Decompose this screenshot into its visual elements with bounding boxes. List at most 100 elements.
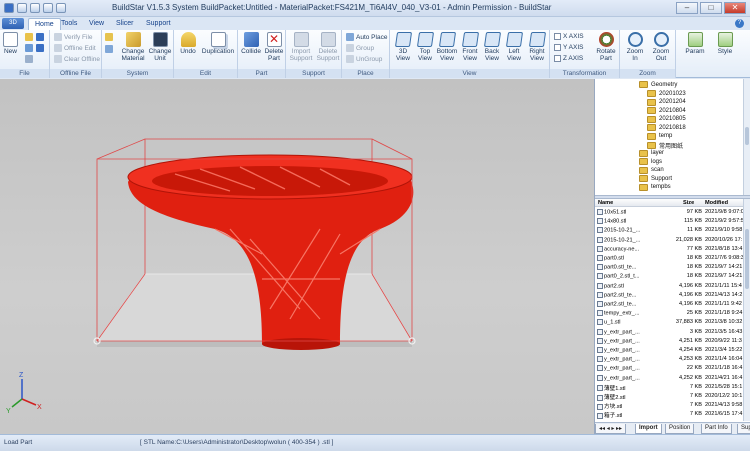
file-row[interactable]: part2.stl_te... 4,196 KB 2021/1/11 9:42 — [595, 300, 743, 308]
file-row[interactable]: 薄壁1.stl 7 KB 2021/5/28 15:1 — [595, 383, 743, 392]
delete-support-button[interactable]: Delete Support — [315, 32, 341, 62]
tab-import[interactable]: Import — [635, 424, 662, 434]
file-row[interactable]: part0.stl_te... 18 KB 2021/9/7 14:21 — [595, 263, 743, 271]
change-unit-button[interactable]: Change Unit — [148, 32, 172, 62]
new-button[interactable]: New — [3, 32, 18, 55]
file-row[interactable]: y_extr_part_... 3 KB 2021/3/5 16:43 — [595, 328, 743, 336]
undo-button[interactable]: Undo — [178, 32, 198, 55]
tab-view[interactable]: View — [83, 18, 110, 30]
tab-tools[interactable]: Tools — [55, 18, 83, 30]
tree-node[interactable]: 20210804 — [647, 107, 686, 114]
close-button[interactable]: ✕ — [724, 2, 746, 14]
z-axis-check[interactable] — [554, 55, 561, 62]
file-row[interactable]: part2.stl 4,196 KB 2021/1/11 15:4 — [595, 282, 743, 290]
column-header-size[interactable]: Size — [683, 200, 694, 206]
file-row[interactable]: part0_2.stl_t... 18 KB 2021/9/7 14:21 — [595, 272, 743, 280]
x-axis-checkbox[interactable]: X AXIS — [554, 33, 584, 40]
open-small-button[interactable] — [25, 33, 33, 41]
minimize-button[interactable]: – — [676, 2, 698, 14]
file-row[interactable]: accuracy-ne... 77 KB 2021/8/18 13:4 — [595, 245, 743, 253]
file-row[interactable]: y_extr_part_... 4,253 KB 2021/1/4 16:04 — [595, 355, 743, 363]
tree-node[interactable]: 20201023 — [647, 90, 686, 97]
view-top-button[interactable]: Top View — [415, 32, 435, 62]
collide-button[interactable]: Collide — [240, 32, 262, 55]
tab-support[interactable]: Support — [140, 18, 177, 30]
tree-node-geometry[interactable]: Geometry — [639, 81, 677, 88]
tree-node[interactable]: logs — [639, 158, 662, 165]
ungroup-button[interactable]: UnGroup — [346, 55, 382, 63]
file-row[interactable]: 薄壁2.stl 7 KB 2020/12/2 10:1 — [595, 392, 743, 401]
save-as-icon[interactable] — [43, 3, 53, 13]
maximize-button[interactable]: □ — [700, 2, 722, 14]
system-small-2[interactable] — [105, 45, 113, 53]
view-bottom-button[interactable]: Bottom View — [436, 32, 458, 62]
tree-node[interactable]: 20201204 — [647, 98, 686, 106]
zoom-in-button[interactable]: Zoom In — [623, 32, 647, 62]
tree-node[interactable]: 20210818 — [647, 124, 686, 131]
auto-place-button[interactable]: Auto Place — [346, 33, 387, 41]
tree-node[interactable]: scan — [639, 166, 664, 174]
view-right-button[interactable]: Right View — [526, 32, 548, 62]
help-icon[interactable]: ? — [735, 19, 744, 28]
save-icon[interactable] — [30, 3, 40, 13]
tab-support-info[interactable]: Sup — [737, 424, 750, 434]
zoom-out-button[interactable]: Zoom Out — [649, 32, 673, 62]
tree-scrollbar[interactable] — [743, 79, 750, 195]
y-axis-checkbox[interactable]: Y AXIS — [554, 44, 583, 51]
file-row[interactable]: y_extr_part_... 4,254 KB 2021/3/4 15:22 — [595, 346, 743, 354]
save-small-button[interactable] — [36, 33, 44, 41]
z-axis-checkbox[interactable]: Z AXIS — [554, 55, 583, 62]
tree-node[interactable]: tempbs — [639, 183, 671, 191]
import-small-button[interactable] — [25, 44, 33, 52]
column-header-name[interactable]: Name — [598, 200, 613, 206]
clear-offline-button[interactable]: Clear Offline — [54, 55, 100, 63]
file-row[interactable]: y_extr_part_... 22 KB 2021/1/18 16:4 — [595, 364, 743, 372]
file-row[interactable]: y_extr_part_... 4,252 KB 2021/4/21 16:4 — [595, 374, 743, 382]
file-row[interactable]: 14x80.stl 115 KB 2021/9/2 9:57:5 — [595, 217, 743, 225]
file-row[interactable]: 2015-10-21_... 11 KB 2021/9/10 9:58 — [595, 226, 743, 234]
file-row[interactable]: part0.stl 18 KB 2021/7/6 9:08:3 — [595, 254, 743, 262]
param-button[interactable]: Param — [682, 32, 708, 55]
export-small-button[interactable] — [36, 44, 44, 52]
tab-slicer[interactable]: Slicer — [110, 18, 140, 30]
file-row[interactable]: 2015-10-21_... 21,028 KB 2020/10/26 17: — [595, 236, 743, 244]
3d-viewport[interactable]: Z X Y — [0, 79, 594, 434]
verify-file-button[interactable]: Verify File — [54, 33, 93, 41]
print-small-button[interactable] — [25, 55, 33, 63]
file-row[interactable]: tempy_extr_... 25 KB 2021/1/18 9:24 — [595, 309, 743, 317]
view-left-button[interactable]: Left View — [504, 32, 524, 62]
tree-node[interactable]: Support — [639, 175, 672, 182]
offline-edit-button[interactable]: Offline Edit — [54, 44, 96, 52]
y-axis-check[interactable] — [554, 44, 561, 51]
tab-position[interactable]: Position — [665, 424, 695, 434]
delete-part-button[interactable]: ✕ Delete Part — [263, 32, 285, 62]
folder-tree[interactable]: Geometry 20201023 20201204 20210804 2021… — [595, 79, 743, 195]
style-button[interactable]: Style — [712, 32, 738, 55]
change-material-button[interactable]: Change Material — [120, 32, 146, 62]
application-button[interactable]: 3D — [2, 18, 24, 29]
view-3d-button[interactable]: 3D View — [393, 32, 413, 62]
tree-node[interactable]: temp — [647, 132, 672, 140]
x-axis-check[interactable] — [554, 33, 561, 40]
open-icon[interactable] — [17, 3, 27, 13]
group-button[interactable]: Group — [346, 44, 374, 52]
file-row[interactable]: y_extr_part_... 4,251 KB 2020/9/22 11:3 — [595, 337, 743, 345]
column-header-modified[interactable]: Modified — [705, 200, 728, 206]
file-row[interactable]: 10x51.stl 97 KB 2021/9/8 9:07:0 — [595, 208, 743, 216]
tree-node[interactable]: 20210805 — [647, 115, 686, 123]
file-row[interactable]: u_1.stl 37,883 KB 2021/3/8 10:32 — [595, 318, 743, 326]
duplication-button[interactable]: Duplication — [200, 32, 236, 55]
import-support-button[interactable]: Import Support — [288, 32, 314, 62]
file-list[interactable]: Name Size Modified 10x51.stl 97 KB 2021/9/… — [595, 199, 743, 421]
tree-node[interactable]: layer — [639, 149, 664, 157]
tab-part-info[interactable]: Part Info — [701, 424, 732, 434]
file-row[interactable]: part2.stl_te... 4,196 KB 2021/4/13 14:2 — [595, 291, 743, 299]
tab-nav-arrows[interactable]: ◂◂ ◂ ▸ ▸▸ — [595, 424, 627, 434]
file-row[interactable]: 箱子.stl 7 KB 2021/6/15 17:4 — [595, 410, 743, 419]
system-small-1[interactable] — [105, 33, 113, 41]
file-row[interactable]: 方块.stl 7 KB 2021/4/13 9:58 — [595, 401, 743, 410]
dropdown-icon[interactable] — [56, 3, 66, 13]
view-back-button[interactable]: Back View — [482, 32, 502, 62]
file-list-scrollbar[interactable] — [743, 199, 750, 421]
rotate-part-button[interactable]: Rotate Part — [594, 32, 618, 62]
